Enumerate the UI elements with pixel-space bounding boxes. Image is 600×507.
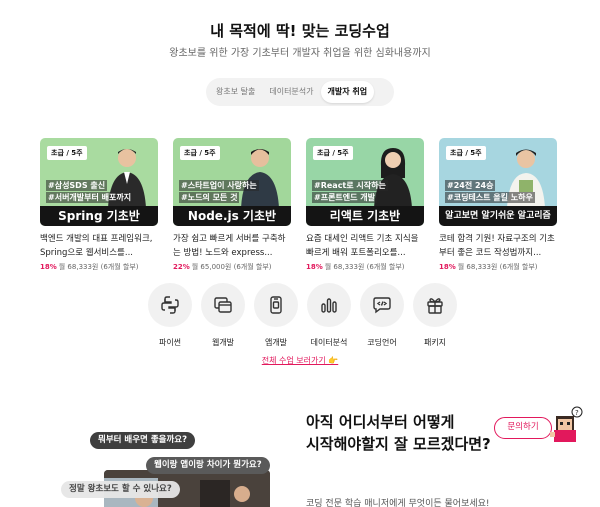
course-thumbnail: 초급 / 5주 #삼성SDS 출신 #서버개발부터 배포까지 Spring 기초… (40, 138, 158, 226)
category-icon-bg (201, 283, 245, 327)
course-description: 코테 합격 기원! 자료구조의 기초부터 좋은 코드 작성법까지... (439, 234, 555, 258)
course-thumbnail: 초급 / 5주 #스타트업이 사랑하는 #노드의 모든 것 Node.js 기초… (173, 138, 291, 226)
category-label: 앱개발 (264, 338, 288, 347)
course-card-react[interactable]: 초급 / 5주 #React로 시작하는 #프론트엔드 개발 리액트 기초반 요… (306, 138, 424, 272)
discount-rate: 18% (40, 263, 57, 271)
course-thumbnail: 초급 / 5주 #24전 24승 #코딩테스트 올킬 노하우 알고보면 알기쉬운… (439, 138, 557, 226)
consult-heading-line: 아직 어디서부터 어떻게 (306, 413, 455, 431)
category-icon-bg (254, 283, 298, 327)
tab-data-analyst[interactable]: 데이터분석가 (262, 81, 320, 103)
goal-tabs: 왕초보 탈출 데이터분석가 개발자 취업 (206, 78, 394, 106)
consult-heading: 아직 어디서부터 어떻게 시작해야할지 잘 모르겠다면? (306, 411, 491, 455)
monthly-price: 월 68,333원 (6개월 할부) (457, 263, 538, 271)
tab-developer-job[interactable]: 개발자 취업 (320, 81, 375, 103)
course-tag: #24전 24승 (445, 180, 496, 191)
course-price: 18% 월 68,333원 (6개월 할부) (306, 262, 424, 272)
course-tag: #프론트엔드 개발 (312, 192, 378, 203)
tab-beginner[interactable]: 왕초보 탈출 (209, 81, 262, 103)
web-dev-icon (214, 297, 232, 313)
course-banner: Node.js 기초반 (173, 206, 291, 226)
monthly-price: 월 65,000원 (6개월 할부) (191, 263, 272, 271)
category-icon-bg (360, 283, 404, 327)
bar-chart-icon (321, 298, 337, 313)
level-badge: 초급 / 5주 (446, 146, 486, 160)
course-tag: #React로 시작하는 (312, 180, 388, 191)
course-card-spring[interactable]: 초급 / 5주 #삼성SDS 출신 #서버개발부터 배포까지 Spring 기초… (40, 138, 158, 272)
course-banner: Spring 기초반 (40, 206, 158, 226)
gift-icon (427, 298, 443, 314)
category-package[interactable]: 패키지 (413, 283, 457, 348)
category-languages[interactable]: 코딩언어 (360, 283, 404, 348)
level-badge: 초급 / 5주 (180, 146, 220, 160)
consult-subtitle: 코딩 전문 학습 매니저에게 무엇이든 물어보세요! (306, 499, 490, 507)
course-card-nodejs[interactable]: 초급 / 5주 #스타트업이 사랑하는 #노드의 모든 것 Node.js 기초… (173, 138, 291, 272)
category-label: 패키지 (423, 338, 447, 347)
category-label: 파이썬 (158, 338, 182, 347)
level-badge: 초급 / 5주 (47, 146, 87, 160)
category-icon-bg (307, 283, 351, 327)
category-python[interactable]: 파이썬 (148, 283, 192, 348)
python-icon (161, 296, 179, 314)
monthly-price: 월 68,333원 (6개월 할부) (324, 263, 405, 271)
category-label: 웹개발 (211, 338, 235, 347)
course-tag: #서버개발부터 배포까지 (46, 192, 134, 203)
category-shortcuts: 파이썬 웹개발 앱개발 데이터분석 코딩언어 패키지 (148, 283, 457, 348)
section-subtitle: 왕초보를 위한 가장 기초부터 개발자 취업을 위한 심화내용까지 (169, 48, 431, 59)
question-bubble: 웹이랑 앱이랑 차이가 뭔가요? (146, 457, 270, 474)
course-thumbnail: 초급 / 5주 #React로 시작하는 #프론트엔드 개발 리액트 기초반 (306, 138, 424, 226)
course-description: 백엔드 개발의 대표 프레임워크, Spring으로 웹서비스를... (40, 234, 153, 258)
code-chat-icon (373, 297, 391, 314)
category-icon-bg (148, 283, 192, 327)
all-courses-link[interactable]: 전체 수업 보러가기 👉 (0, 355, 600, 366)
discount-rate: 18% (306, 263, 323, 271)
category-data-analysis[interactable]: 데이터분석 (307, 283, 351, 348)
question-bubble: 뭐부터 배우면 좋을까요? (90, 432, 196, 449)
section-title: 내 목적에 딱! 맞는 코딩수업 (210, 22, 390, 40)
consult-visual: 뭐부터 배우면 좋을까요? 웹이랑 앱이랑 차이가 뭔가요? 정말 왕초보도 할… (61, 432, 282, 507)
course-tag: #삼성SDS 출신 (46, 180, 108, 191)
category-web[interactable]: 웹개발 (201, 283, 245, 348)
category-label: 데이터분석 (310, 338, 348, 347)
consult-heading-line: 시작해야할지 잘 모르겠다면? (306, 435, 491, 453)
svg-text:?: ? (575, 409, 579, 417)
mobile-app-icon (270, 296, 282, 314)
discount-rate: 22% (173, 263, 190, 271)
instructor-photo (241, 149, 279, 208)
course-tag: #노드의 모든 것 (179, 192, 240, 203)
category-app[interactable]: 앱개발 (254, 283, 298, 348)
course-tag: #코딩테스트 올킬 노하우 (445, 192, 535, 203)
course-cards: 초급 / 5주 #삼성SDS 출신 #서버개발부터 배포까지 Spring 기초… (40, 138, 557, 272)
category-label: 코딩언어 (367, 338, 397, 347)
discount-rate: 18% (439, 263, 456, 271)
course-price: 22% 월 65,000원 (6개월 할부) (173, 262, 291, 272)
question-bubble: 정말 왕초보도 할 수 있나요? (61, 481, 180, 498)
course-price: 18% 월 68,333원 (6개월 할부) (439, 262, 557, 272)
course-price: 18% 월 68,333원 (6개월 할부) (40, 262, 158, 272)
course-description: 가장 쉽고 빠르게 서버를 구축하는 방법! 노드와 express... (173, 234, 286, 258)
inquiry-button[interactable]: 문의하기 (494, 417, 552, 439)
course-description: 요즘 대세인 리액트 기초 지식을 빠르게 배워 포트폴리오를... (306, 234, 419, 258)
monthly-price: 월 68,333원 (6개월 할부) (58, 263, 139, 271)
course-banner: 리액트 기초반 (306, 206, 424, 226)
level-badge: 초급 / 5주 (313, 146, 353, 160)
category-icon-bg (413, 283, 457, 327)
course-card-algorithm[interactable]: 초급 / 5주 #24전 24승 #코딩테스트 올킬 노하우 알고보면 알기쉬운… (439, 138, 557, 272)
course-tag: #스타트업이 사랑하는 (179, 180, 259, 191)
course-banner: 알고보면 알기쉬운 알고리즘 (439, 206, 557, 226)
mascot-character-icon[interactable]: ? (550, 406, 584, 446)
